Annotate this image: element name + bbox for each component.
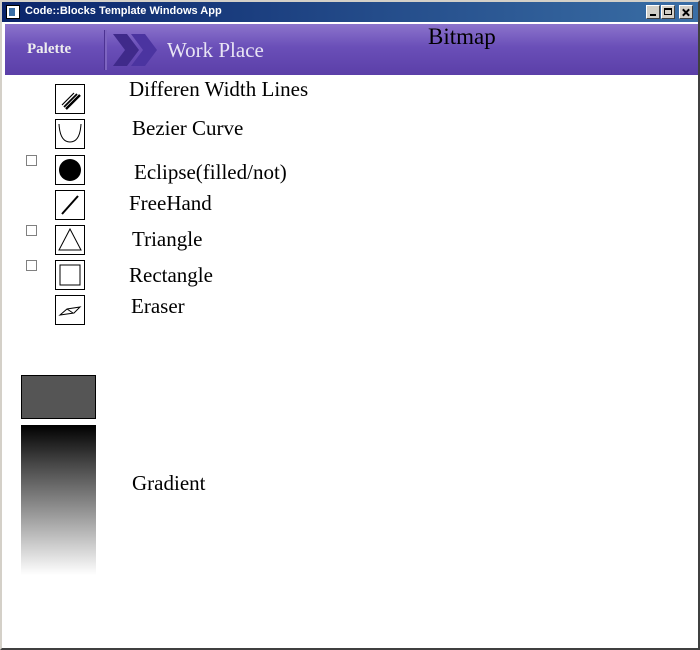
palette-tab[interactable]: Palette (27, 41, 71, 58)
app-window: Code::Blocks Template Windows App Palett… (0, 0, 700, 650)
rectangle-tool-label: Rectangle (129, 263, 213, 287)
lines-tool-label: Differen Width Lines (129, 77, 309, 101)
multi-lines-icon (61, 92, 81, 110)
eraser-tool-button[interactable] (55, 295, 85, 325)
minimize-button[interactable] (646, 5, 660, 19)
current-color-swatch[interactable] (21, 375, 96, 419)
eraser-icon (58, 306, 82, 316)
freehand-tool-button[interactable] (55, 190, 85, 220)
chevron-right-icon (113, 34, 157, 66)
rectangle-fill-checkbox[interactable] (26, 260, 37, 271)
window-title: Code::Blocks Template Windows App (25, 5, 222, 17)
gradient-swatch[interactable] (21, 425, 96, 575)
workplace-tab[interactable]: Work Place (167, 38, 264, 63)
freehand-line-icon (61, 195, 79, 215)
ellipse-tool-button[interactable] (55, 155, 85, 185)
rectangle-tool-button[interactable] (55, 260, 85, 290)
header-bar: Palette Work Place (5, 24, 698, 75)
maximize-button[interactable] (661, 5, 675, 19)
bezier-tool-label: Bezier Curve (132, 116, 244, 140)
ellipse-fill-checkbox[interactable] (26, 155, 37, 166)
triangle-icon (58, 227, 82, 251)
ellipse-tool-label: Eclipse(filled/not) (134, 160, 287, 184)
gradient-label: Gradient (132, 471, 206, 495)
filled-circle-icon (59, 159, 81, 181)
title-bar[interactable]: Code::Blocks Template Windows App (2, 2, 698, 22)
triangle-fill-checkbox[interactable] (26, 225, 37, 236)
close-button[interactable] (679, 5, 693, 19)
bitmap-label[interactable]: Bitmap (428, 24, 496, 50)
header-divider (104, 30, 107, 70)
triangle-tool-label: Triangle (132, 227, 203, 251)
bezier-icon (58, 123, 82, 143)
bezier-tool-button[interactable] (55, 119, 85, 149)
lines-tool-button[interactable] (55, 84, 85, 114)
rectangle-icon (59, 264, 81, 286)
triangle-tool-button[interactable] (55, 225, 85, 255)
eraser-tool-label: Eraser (131, 294, 185, 318)
app-icon[interactable] (6, 5, 20, 19)
freehand-tool-label: FreeHand (129, 191, 212, 215)
